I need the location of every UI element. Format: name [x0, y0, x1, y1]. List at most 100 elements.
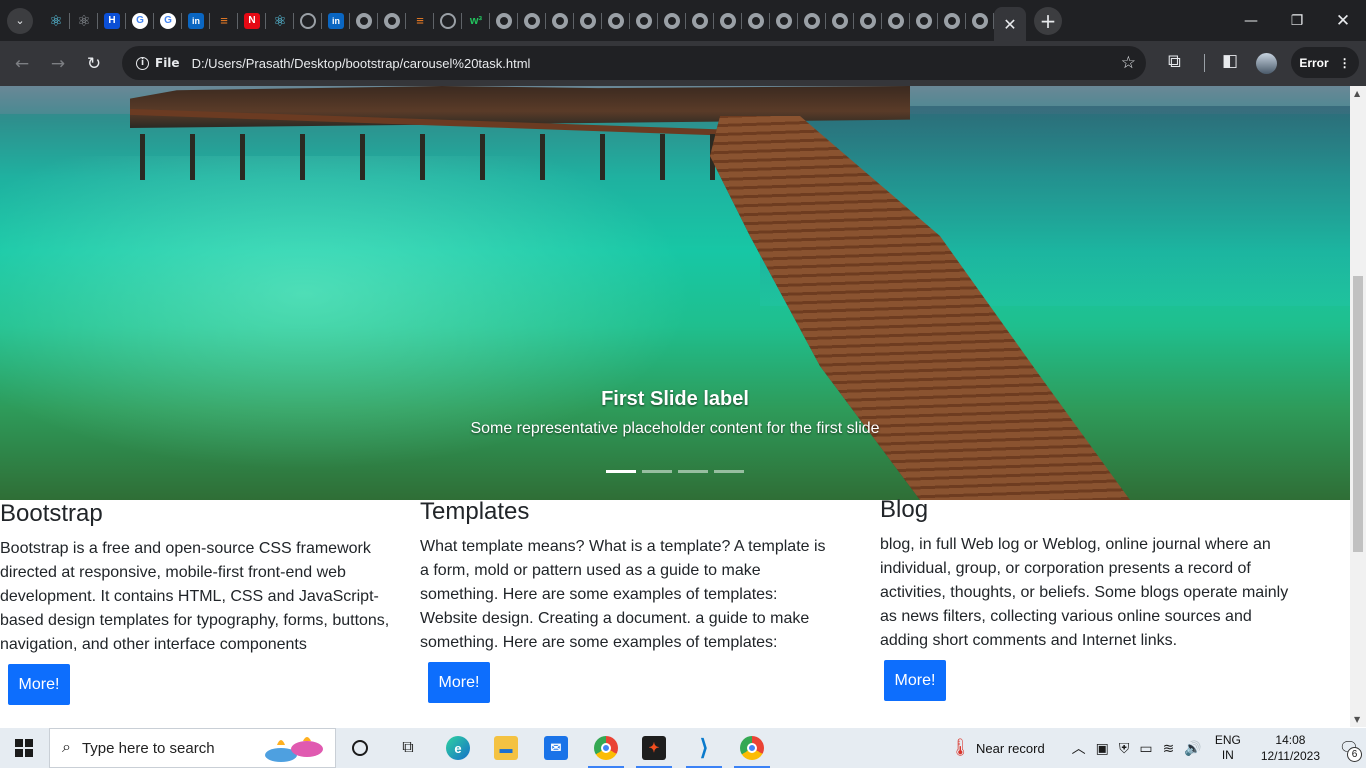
- tab[interactable]: [602, 0, 630, 41]
- plus-icon: +: [1039, 8, 1057, 33]
- reload-button[interactable]: ↻: [76, 46, 112, 82]
- wifi-icon[interactable]: ≋: [1163, 740, 1175, 757]
- scroll-down-arrow-icon[interactable]: ▼: [1354, 715, 1360, 724]
- extensions-puzzle-icon[interactable]: ⧉: [1168, 51, 1181, 72]
- tab[interactable]: [574, 0, 602, 41]
- battery-icon[interactable]: ▭: [1139, 740, 1152, 757]
- taskbar-chrome-2[interactable]: [728, 728, 776, 768]
- carousel-indicator[interactable]: [606, 470, 636, 473]
- tab[interactable]: [882, 0, 910, 41]
- tab[interactable]: ≡: [210, 0, 238, 41]
- tab[interactable]: [630, 0, 658, 41]
- tab[interactable]: ⚛: [42, 0, 70, 41]
- taskbar-edge[interactable]: e: [434, 728, 482, 768]
- tab[interactable]: [854, 0, 882, 41]
- react-icon-grey: ⚛: [77, 12, 91, 30]
- task-view-button[interactable]: ⧉: [384, 728, 432, 768]
- tab[interactable]: [798, 0, 826, 41]
- more-button[interactable]: More!: [884, 660, 946, 701]
- taskbar-search-box[interactable]: ⌕ Type here to search: [49, 728, 336, 768]
- profile-error-button[interactable]: Error ⋮: [1291, 47, 1359, 78]
- active-tab-close-button[interactable]: ✕: [994, 7, 1026, 41]
- tab[interactable]: ⚛: [70, 0, 98, 41]
- tab[interactable]: [350, 0, 378, 41]
- page-viewport: First Slide label Some representative pl…: [0, 86, 1350, 727]
- carousel-indicator[interactable]: [714, 470, 744, 473]
- tab[interactable]: [658, 0, 686, 41]
- notification-center-button[interactable]: 🗨 6: [1332, 728, 1366, 768]
- cortana-button[interactable]: [336, 728, 384, 768]
- carousel-indicator[interactable]: [678, 470, 708, 473]
- tab[interactable]: [518, 0, 546, 41]
- defender-icon[interactable]: ⛨: [1119, 740, 1130, 757]
- site-info-button[interactable]: i File: [130, 50, 189, 76]
- tab[interactable]: [714, 0, 742, 41]
- tab[interactable]: [826, 0, 854, 41]
- tab[interactable]: [742, 0, 770, 41]
- restore-button[interactable]: ❐: [1274, 0, 1320, 41]
- language-indicator[interactable]: ENG IN: [1215, 733, 1241, 763]
- tab[interactable]: in: [182, 0, 210, 41]
- forward-button[interactable]: →: [40, 46, 76, 82]
- tab[interactable]: [686, 0, 714, 41]
- taskbar-mail[interactable]: ✉: [532, 728, 580, 768]
- tab[interactable]: G: [154, 0, 182, 41]
- lang-top: ENG: [1214, 733, 1241, 747]
- page-scrollbar[interactable]: ▲ ▼: [1350, 86, 1366, 727]
- volume-icon[interactable]: 🔊: [1184, 740, 1201, 757]
- tab[interactable]: ⚛: [266, 0, 294, 41]
- github-icon: [440, 12, 456, 29]
- url-text[interactable]: D:/Users/Prasath/Desktop/bootstrap/carou…: [192, 56, 531, 71]
- cortana-circle-icon: [352, 740, 368, 756]
- scroll-thumb[interactable]: [1353, 276, 1363, 552]
- more-button[interactable]: More!: [428, 662, 490, 703]
- chrome-icon: [740, 736, 764, 760]
- clock[interactable]: 14:08 12/11/2023: [1261, 732, 1320, 764]
- tab[interactable]: w³: [462, 0, 490, 41]
- toolbar-divider: [1204, 54, 1205, 72]
- taskbar-file-explorer[interactable]: ▬: [482, 728, 530, 768]
- taskbar-vscode[interactable]: ⟩: [680, 728, 728, 768]
- tab[interactable]: [910, 0, 938, 41]
- globe-icon: [944, 12, 960, 29]
- tab-search-button[interactable]: ⌄: [7, 7, 33, 34]
- bookmark-star-icon[interactable]: ☆: [1121, 53, 1136, 73]
- tab[interactable]: [770, 0, 798, 41]
- chevron-up-icon[interactable]: ︿: [1072, 738, 1086, 758]
- tab[interactable]: H: [98, 0, 126, 41]
- tab[interactable]: [294, 0, 322, 41]
- new-tab-button[interactable]: +: [1034, 6, 1062, 35]
- scroll-up-arrow-icon[interactable]: ▲: [1354, 89, 1360, 98]
- minimize-button[interactable]: —: [1228, 0, 1274, 41]
- tab[interactable]: [938, 0, 966, 41]
- weather-text[interactable]: Near record: [976, 741, 1045, 756]
- globe-icon: [664, 12, 680, 29]
- meet-icon[interactable]: ▣: [1096, 740, 1109, 757]
- tab[interactable]: [434, 0, 462, 41]
- hackerrank-icon: H: [104, 12, 120, 29]
- side-panel-icon[interactable]: ◧: [1222, 51, 1238, 71]
- avatar[interactable]: [1256, 53, 1277, 74]
- arrow-right-icon: →: [50, 53, 66, 74]
- address-bar[interactable]: i File D:/Users/Prasath/Desktop/bootstra…: [122, 46, 1146, 80]
- close-window-button[interactable]: ✕: [1320, 0, 1366, 41]
- tab[interactable]: G: [126, 0, 154, 41]
- taskbar-figma[interactable]: ✦: [630, 728, 678, 768]
- taskbar-chrome-1[interactable]: [582, 728, 630, 768]
- back-button[interactable]: ←: [4, 46, 40, 82]
- error-label: Error: [1299, 55, 1329, 70]
- start-button[interactable]: [0, 728, 48, 768]
- more-button[interactable]: More!: [8, 664, 70, 705]
- tab[interactable]: [490, 0, 518, 41]
- tab[interactable]: in: [322, 0, 350, 41]
- tab[interactable]: N: [238, 0, 266, 41]
- carousel[interactable]: First Slide label Some representative pl…: [0, 86, 1350, 500]
- tab[interactable]: ≡: [406, 0, 434, 41]
- carousel-indicator[interactable]: [642, 470, 672, 473]
- tab[interactable]: [378, 0, 406, 41]
- tab[interactable]: [966, 0, 994, 41]
- netflix-icon: N: [244, 12, 260, 29]
- system-tray: 🌡 Near record ︿ ▣ ⛨ ▭ ≋ 🔊 ENG IN 14:08 1…: [944, 728, 1366, 768]
- globe-icon: [636, 12, 652, 29]
- tab[interactable]: [546, 0, 574, 41]
